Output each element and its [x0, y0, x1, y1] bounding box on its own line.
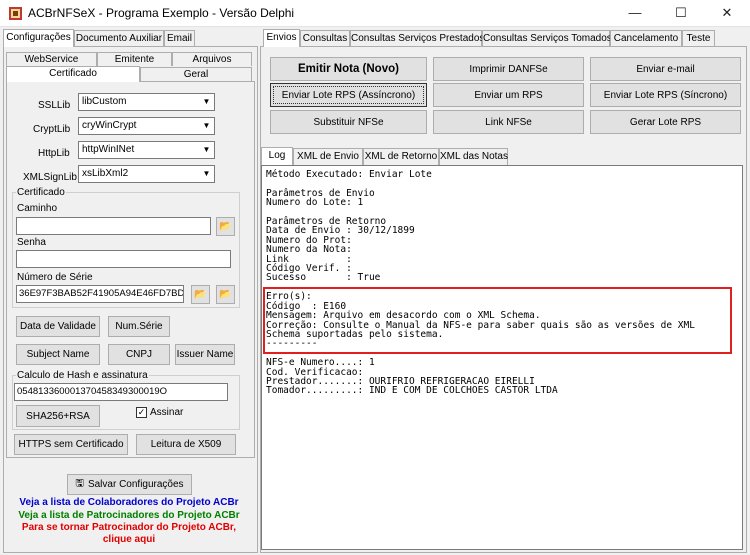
data-validade-button[interactable]: Data de Validade [16, 316, 100, 337]
issuer-name-button[interactable]: Issuer Name [175, 344, 235, 365]
caminho-label: Caminho [17, 203, 58, 214]
enviar-lote-sincrono-button[interactable]: Enviar Lote RPS (Síncrono) [590, 83, 741, 107]
gerar-lote-rps-button[interactable]: Gerar Lote RPS [590, 110, 741, 134]
cryptlib-label: CryptLib [33, 124, 71, 135]
tab-certificado[interactable]: Certificado [6, 66, 140, 82]
emitir-nota-button[interactable]: Emitir Nota (Novo) [270, 57, 427, 81]
httplib-value: httpWinINet [82, 144, 135, 155]
tab-xml-retorno[interactable]: XML de Retorno [363, 148, 439, 165]
httplib-select[interactable]: httpWinINet ▼ [78, 141, 215, 159]
error-highlight-box [263, 287, 732, 354]
tab-documento-auxiliar[interactable]: Documento Auxiliar [74, 30, 164, 47]
sha256-rsa-button[interactable]: SHA256+RSA [16, 405, 100, 427]
select-cert-store-button[interactable]: 📂 [216, 285, 235, 304]
cryptlib-value: cryWinCrypt [82, 120, 137, 131]
caminho-input[interactable] [16, 217, 211, 235]
tab-envios[interactable]: Envios [263, 29, 300, 47]
maximize-button[interactable]: ☐ [658, 0, 704, 27]
tab-configuracoes[interactable]: Configurações [3, 29, 74, 47]
imprimir-danfse-button[interactable]: Imprimir DANFSe [433, 57, 584, 81]
salvar-label: Salvar Configurações [87, 479, 184, 490]
assinar-label: Assinar [150, 407, 184, 418]
enviar-lote-assincrono-button[interactable]: Enviar Lote RPS (Assíncrono) [270, 83, 427, 107]
patrocinadores-link[interactable]: Veja a lista de Patrocinadores do Projet… [0, 510, 258, 521]
tab-consultas[interactable]: Consultas [300, 30, 350, 47]
xmlsignlib-value: xsLibXml2 [82, 168, 129, 179]
tab-emitente[interactable]: Emitente [97, 52, 172, 66]
certificado-group-title: Certificado [16, 187, 66, 198]
colaboradores-link[interactable]: Veja a lista de Colaboradores do Projeto… [0, 497, 258, 508]
xmlsignlib-label: XMLSignLib [23, 172, 77, 183]
ssllib-select[interactable]: libCustom ▼ [78, 93, 215, 111]
senha-input[interactable] [16, 250, 231, 268]
title-bar: ACBrNFSeX - Programa Exemplo - Versão De… [0, 0, 750, 27]
certificate-store-icon: 📂 [219, 289, 232, 300]
log-textarea[interactable]: Método Executado: Enviar Lote Parâmetros… [261, 165, 743, 550]
tab-consultas-prestados[interactable]: Consultas Serviços Prestados [350, 30, 484, 47]
cnpj-button[interactable]: CNPJ [108, 344, 170, 365]
certificate-icon: 📂 [194, 289, 207, 300]
browse-file-button[interactable]: 📂 [216, 217, 235, 236]
window-title: ACBrNFSeX - Programa Exemplo - Versão De… [28, 6, 295, 20]
xmlsignlib-select[interactable]: xsLibXml2 ▼ [78, 165, 215, 183]
close-button[interactable]: ✕ [704, 0, 750, 27]
ssllib-label: SSLLib [38, 100, 71, 111]
tab-email[interactable]: Email [164, 30, 195, 47]
select-cert-button[interactable]: 📂 [191, 285, 210, 304]
ssllib-value: libCustom [82, 96, 127, 107]
chevron-down-icon: ▼ [199, 166, 214, 182]
tab-cancelamento[interactable]: Cancelamento [610, 30, 682, 47]
https-sem-certificado-button[interactable]: HTTPS sem Certificado [14, 434, 128, 455]
app-icon [9, 7, 22, 20]
patrocinador-link-line2[interactable]: clique aqui [0, 534, 258, 545]
assinar-checkbox[interactable]: ✓ [136, 407, 147, 418]
senha-label: Senha [17, 237, 46, 248]
hash-group-title: Calculo de Hash e assinatura [16, 370, 149, 381]
salvar-configuracoes-button[interactable]: 🖫 Salvar Configurações [67, 474, 192, 495]
tab-xml-notas[interactable]: XML das Notas [439, 148, 508, 165]
tab-arquivos[interactable]: Arquivos [172, 52, 252, 66]
minimize-button[interactable]: — [612, 0, 658, 27]
folder-icon: 📂 [219, 221, 232, 232]
tab-teste[interactable]: Teste [682, 30, 715, 47]
link-nfse-button[interactable]: Link NFSe [433, 110, 584, 134]
chevron-down-icon: ▼ [199, 94, 214, 110]
tab-webservice[interactable]: WebService [6, 52, 97, 66]
numserie-input[interactable]: 36E97F3BAB52F41905A94E46FD7BD68 [16, 285, 184, 303]
tab-xml-envio[interactable]: XML de Envio [293, 148, 363, 165]
patrocinador-link-line1[interactable]: Para se tornar Patrocinador do Projeto A… [0, 522, 258, 533]
num-serie-button[interactable]: Num.Série [108, 316, 170, 337]
numserie-label: Número de Série [17, 272, 93, 283]
enviar-um-rps-button[interactable]: Enviar um RPS [433, 83, 584, 107]
chevron-down-icon: ▼ [199, 142, 214, 158]
chevron-down-icon: ▼ [199, 118, 214, 134]
enviar-email-button[interactable]: Enviar e-mail [590, 57, 741, 81]
hash-input[interactable]: 054813360001370458349300019O [14, 383, 228, 401]
leitura-x509-button[interactable]: Leitura de X509 [136, 434, 236, 455]
cryptlib-select[interactable]: cryWinCrypt ▼ [78, 117, 215, 135]
save-icon: 🖫 [75, 478, 84, 489]
subject-name-button[interactable]: Subject Name [16, 344, 100, 365]
httplib-label: HttpLib [38, 148, 70, 159]
tab-geral[interactable]: Geral [140, 67, 252, 82]
substituir-nfse-button[interactable]: Substituir NFSe [270, 110, 427, 134]
tab-consultas-tomados[interactable]: Consultas Serviços Tomados [482, 30, 612, 47]
tab-log[interactable]: Log [261, 147, 293, 165]
